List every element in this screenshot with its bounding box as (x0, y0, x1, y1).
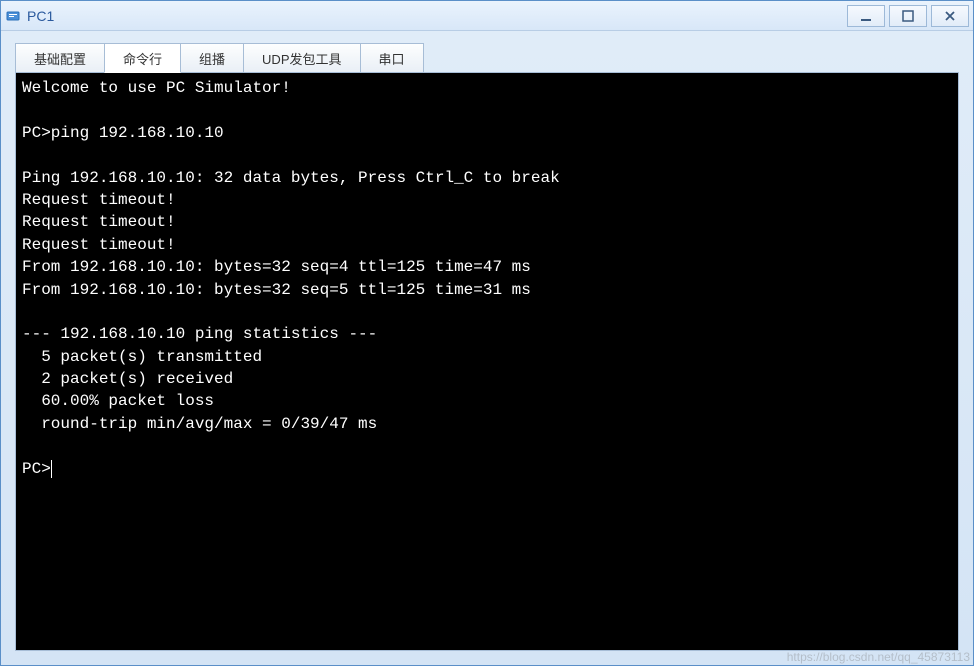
tab-bar: 基础配置 命令行 组播 UDP发包工具 串口 (15, 43, 959, 73)
tab-udp-tool[interactable]: UDP发包工具 (243, 43, 360, 73)
titlebar: PC1 (1, 1, 973, 31)
tab-label: 串口 (379, 49, 405, 68)
tab-basic-config[interactable]: 基础配置 (15, 43, 105, 73)
minimize-button[interactable] (847, 5, 885, 27)
tab-label: 基础配置 (34, 49, 86, 68)
terminal-output[interactable]: Welcome to use PC Simulator! PC>ping 192… (15, 72, 959, 651)
app-window: PC1 基础配置 命令行 组播 UDP发包工具 串口 Welcome to us… (0, 0, 974, 666)
window-controls (843, 5, 969, 27)
tab-label: 组播 (199, 49, 225, 68)
maximize-button[interactable] (889, 5, 927, 27)
content-area: 基础配置 命令行 组播 UDP发包工具 串口 Welcome to use PC… (1, 31, 973, 665)
window-title: PC1 (27, 8, 843, 24)
tab-serial[interactable]: 串口 (360, 43, 424, 73)
tab-label: 命令行 (123, 49, 162, 68)
tab-command-line[interactable]: 命令行 (104, 43, 181, 73)
tab-multicast[interactable]: 组播 (180, 43, 244, 73)
tab-label: UDP发包工具 (262, 49, 341, 68)
close-button[interactable] (931, 5, 969, 27)
app-icon (5, 8, 21, 24)
